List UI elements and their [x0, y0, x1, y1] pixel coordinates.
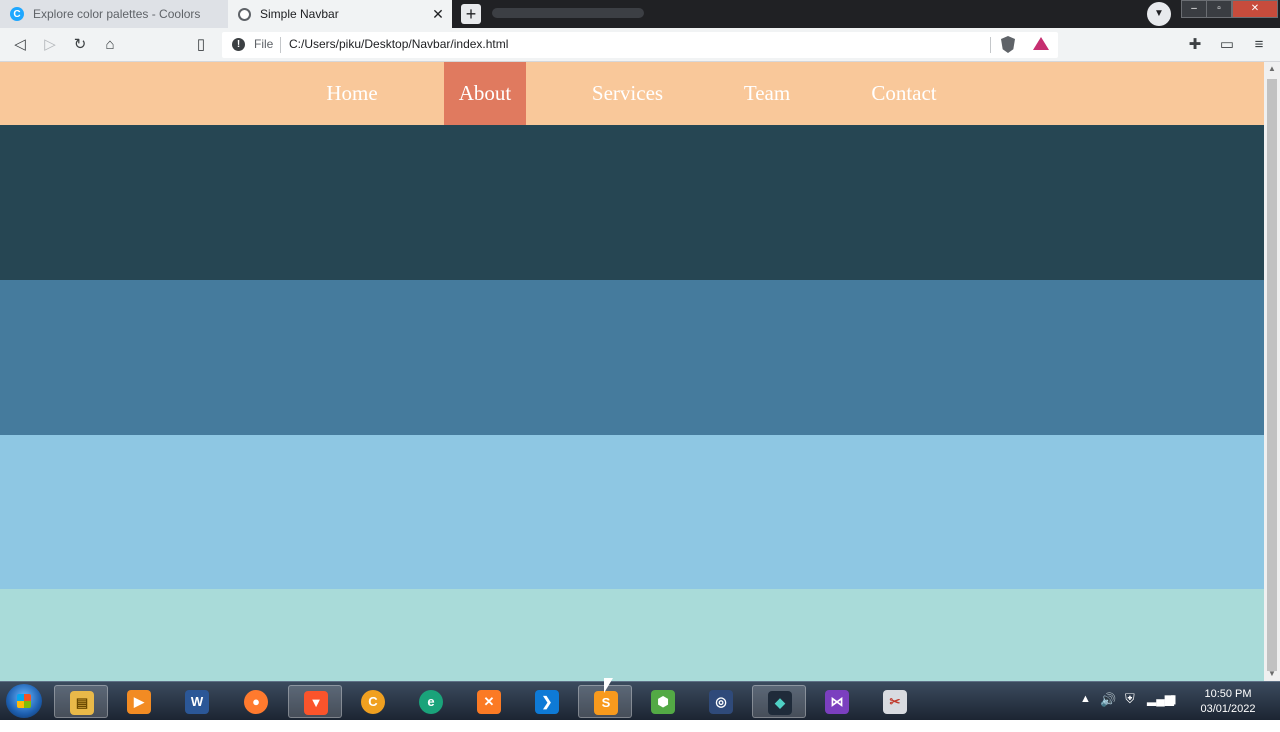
scheme-label: File — [254, 37, 274, 51]
battery-icon[interactable]: ▮ — [1170, 692, 1177, 731]
profile-dropdown-icon[interactable]: ▼ — [1147, 2, 1171, 26]
browser-toolbar: ◁ ▷ ↻ ⌂ ▯ ! File C:/Users/piku/Desktop/N… — [0, 28, 1280, 62]
back-icon[interactable]: ◁ — [10, 35, 30, 55]
photoshop-icon[interactable]: ◎ — [694, 685, 748, 718]
menu-icon[interactable]: ≡ — [1249, 35, 1269, 55]
tab-coolors[interactable]: C Explore color palettes - Coolors — [0, 0, 228, 28]
show-hidden-icons[interactable]: ▲ — [1080, 693, 1091, 732]
system-clock[interactable]: 10:50 PM 03/01/2022 — [1196, 687, 1260, 717]
nav-services[interactable]: Services — [580, 62, 675, 125]
scroll-thumb[interactable] — [1267, 79, 1277, 671]
clock-time: 10:50 PM — [1204, 688, 1252, 700]
tab-title: Simple Navbar — [260, 7, 339, 21]
nav-about[interactable]: About — [444, 62, 526, 125]
globe-icon — [238, 7, 251, 21]
extensions-icon[interactable]: ✚ — [1185, 35, 1205, 55]
nodejs-icon[interactable]: ⬢ — [636, 685, 690, 718]
taskbar: ▤ ▶ W ● ▼ C e ✕ ❯ S ⬢ ◎ ◆ ⋈ ✂ ▲ 🔊 ⛨ ▂▄▆ … — [0, 681, 1280, 720]
color-band-2 — [0, 280, 1264, 435]
color-band-1 — [0, 125, 1264, 280]
reload-icon[interactable]: ↻ — [70, 35, 90, 55]
restore-button[interactable]: ▫ — [1206, 0, 1232, 18]
scroll-up-icon[interactable]: ▲ — [1264, 62, 1280, 76]
divider — [280, 37, 281, 53]
filmora-icon[interactable]: ◆ — [752, 685, 806, 718]
coolors-c-icon: C — [10, 7, 24, 21]
snipping-tool-icon[interactable]: ✂ — [868, 685, 922, 718]
vscode-icon[interactable]: ❯ — [520, 685, 574, 718]
bookmark-icon[interactable]: ▯ — [191, 35, 211, 55]
url-text[interactable]: C:/Users/piku/Desktop/Navbar/index.html — [289, 37, 508, 51]
file-explorer-icon[interactable]: ▤ — [54, 685, 108, 718]
minimize-button[interactable]: – — [1181, 0, 1207, 18]
site-info-icon[interactable]: ! — [232, 38, 245, 51]
new-tab-button[interactable]: + — [461, 4, 481, 24]
blurred-window-title — [492, 8, 644, 18]
nav-team[interactable]: Team — [732, 62, 802, 125]
xampp-icon[interactable]: ✕ — [462, 685, 516, 718]
edge-icon[interactable]: e — [404, 685, 458, 718]
ccleaner-icon[interactable]: C — [346, 685, 400, 718]
nav-home[interactable]: Home — [312, 62, 392, 125]
scroll-down-icon[interactable]: ▼ — [1264, 667, 1280, 681]
forward-icon[interactable]: ▷ — [40, 35, 60, 55]
tab-simple-navbar[interactable]: Simple Navbar ✕ — [228, 0, 452, 28]
color-band-3 — [0, 435, 1264, 589]
tab-strip: C Explore color palettes - Coolors Simpl… — [0, 0, 1280, 28]
media-player-icon[interactable]: ▶ — [112, 685, 166, 718]
mouse-cursor — [604, 678, 613, 693]
divider — [990, 37, 991, 53]
color-band-4 — [0, 589, 1264, 681]
address-bar[interactable]: ! File C:/Users/piku/Desktop/Navbar/inde… — [222, 32, 1058, 58]
volume-icon[interactable]: 🔊 — [1100, 692, 1116, 731]
tab-title: Explore color palettes - Coolors — [33, 7, 201, 21]
security-shield-icon[interactable]: ⛨ — [1125, 691, 1135, 730]
vertical-scrollbar[interactable]: ▲ ▼ — [1264, 62, 1280, 681]
word-icon[interactable]: W — [170, 685, 224, 718]
clock-date: 03/01/2022 — [1200, 703, 1256, 715]
close-tab-icon[interactable]: ✕ — [430, 6, 446, 22]
brave-shields-icon[interactable] — [1001, 36, 1015, 53]
firefox-icon[interactable]: ● — [229, 685, 283, 718]
home-icon[interactable]: ⌂ — [100, 35, 120, 55]
wallet-icon[interactable]: ▭ — [1217, 35, 1237, 55]
navbar: Home About Services Team Contact — [0, 62, 1264, 125]
nav-contact[interactable]: Contact — [860, 62, 948, 125]
windows-start-icon[interactable] — [6, 684, 42, 718]
visual-studio-icon[interactable]: ⋈ — [810, 685, 864, 718]
window-close-button[interactable]: ✕ — [1232, 0, 1278, 18]
brave-rewards-icon[interactable] — [1033, 37, 1049, 50]
page-viewport: Home About Services Team Contact — [0, 62, 1264, 681]
brave-icon[interactable]: ▼ — [288, 685, 342, 718]
